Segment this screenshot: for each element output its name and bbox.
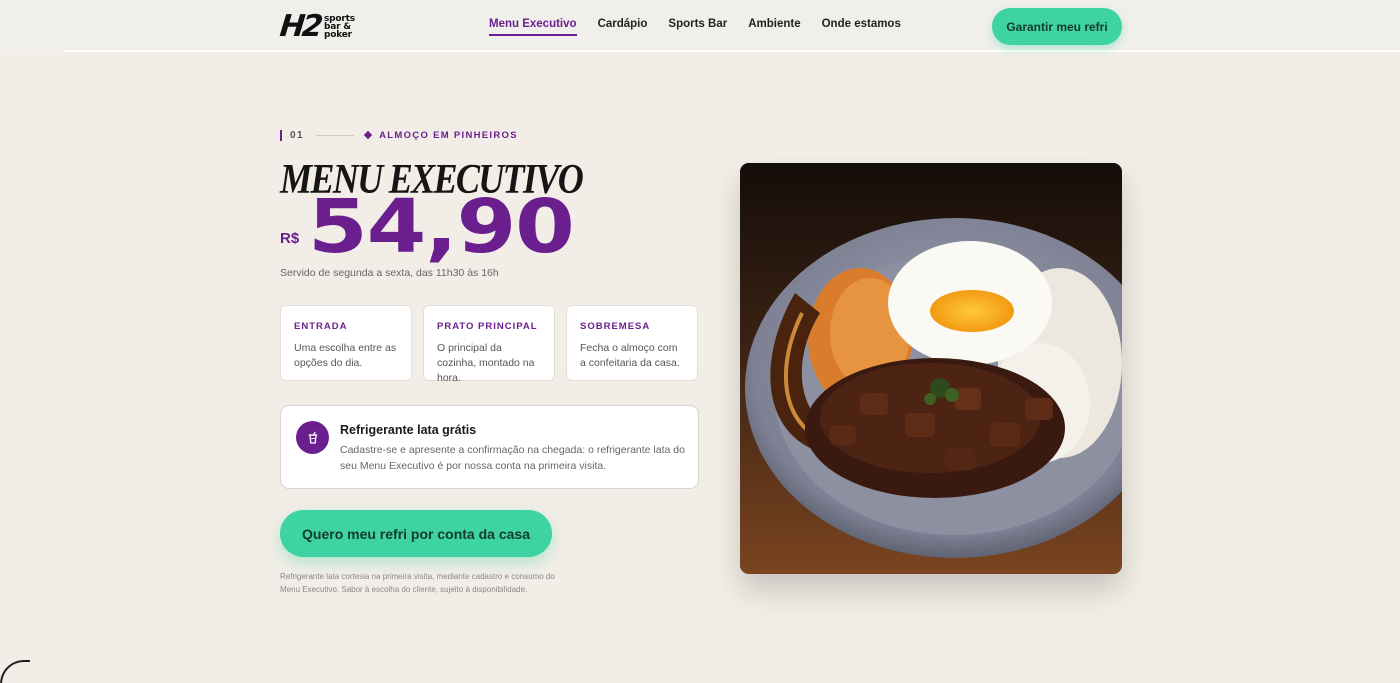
eyebrow-divider <box>316 134 355 136</box>
course-card-sobremesa: SOBREMESA Fecha o almoço com a confeitar… <box>566 305 698 381</box>
nav-item-ambiente[interactable]: Ambiente <box>748 18 800 36</box>
course-card-title: ENTRADA <box>294 321 348 332</box>
logo-words: sports bar & poker <box>323 15 355 40</box>
price-value: 54,90 <box>308 184 575 270</box>
diamond-icon <box>363 130 373 140</box>
section-number: 01 <box>290 129 305 141</box>
course-card-title: SOBREMESA <box>580 321 651 332</box>
schedule-text: Servido de segunda a sexta, das 11h30 às… <box>280 267 499 279</box>
header-cta-button[interactable]: Garantir meu refri <box>992 8 1122 45</box>
course-cards: ENTRADA Uma escolha entre as opções do d… <box>280 305 698 384</box>
course-card-text: O principal da cozinha, montado na hora. <box>437 342 535 384</box>
section-eyebrow: 01 ALMOÇO EM PINHEIROS <box>280 129 518 141</box>
nav-item-menu-executivo[interactable]: Menu Executivo <box>489 18 577 36</box>
brand-logo[interactable]: H2 sports bar & poker <box>278 9 370 44</box>
cta-disclaimer: Refrigerante lata cortesia na primeira v… <box>280 572 555 594</box>
nav-item-onde-estamos[interactable]: Onde estamos <box>822 18 901 36</box>
promo-text: Cadastre-se e apresente a confirmação na… <box>340 444 685 472</box>
site-header: H2 sports bar & poker Menu Executivo Car… <box>0 0 1400 52</box>
price-currency: R$ <box>280 230 300 247</box>
main-nav: Menu Executivo Cardápio Sports Bar Ambie… <box>489 18 901 36</box>
viewport-corner <box>0 660 30 683</box>
free-soda-promo: Refrigerante lata grátis Cadastre-se e a… <box>280 405 699 489</box>
promo-title: Refrigerante lata grátis <box>340 423 477 437</box>
nav-item-sports-bar[interactable]: Sports Bar <box>668 18 727 36</box>
claim-soda-button[interactable]: Quero meu refri por conta da casa <box>280 510 552 557</box>
eyebrow-accent-bar <box>280 129 282 141</box>
logo-mark: H2 <box>278 9 322 44</box>
course-card-entrada: ENTRADA Uma escolha entre as opções do d… <box>280 305 412 381</box>
course-card-title: PRATO PRINCIPAL <box>437 321 538 332</box>
nav-item-cardapio[interactable]: Cardápio <box>598 18 648 36</box>
drink-cup-icon <box>296 421 329 454</box>
eyebrow-label: ALMOÇO EM PINHEIROS <box>379 129 518 141</box>
course-card-text: Uma escolha entre as opções do dia. <box>294 342 397 369</box>
course-card-prato-principal: PRATO PRINCIPAL O principal da cozinha, … <box>423 305 555 384</box>
dish-photo <box>740 163 1122 574</box>
course-card-text: Fecha o almoço com a confeitaria da casa… <box>580 342 680 369</box>
logo-word: poker <box>323 30 352 40</box>
